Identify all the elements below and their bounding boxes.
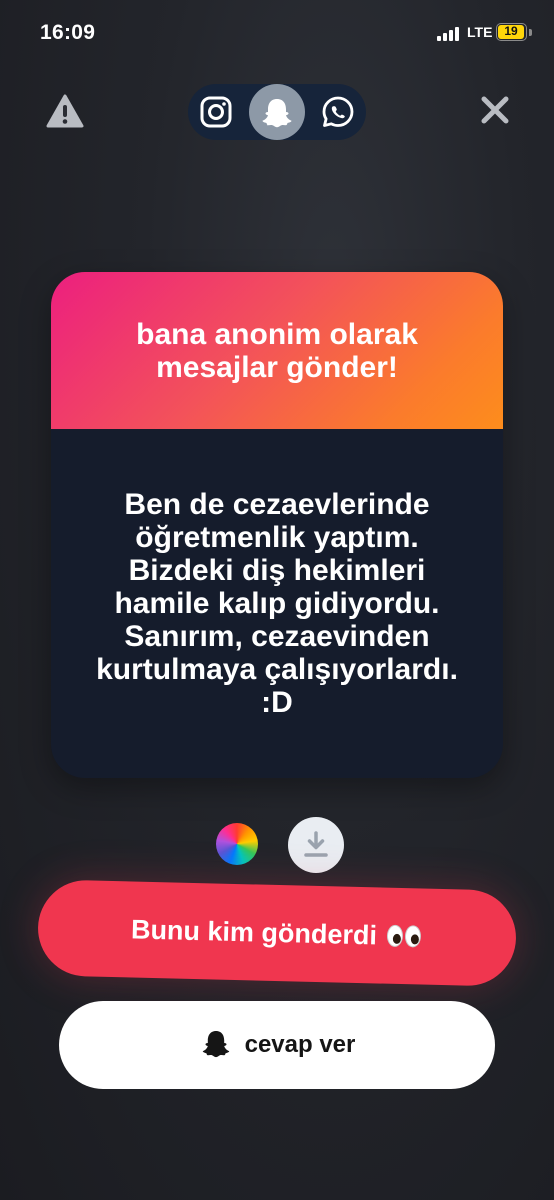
who-sent-button[interactable]: Bunu kim gönderdi	[36, 879, 518, 987]
share-whatsapp-button[interactable]	[320, 94, 356, 130]
share-instagram-button[interactable]	[198, 94, 234, 130]
message-text: Ben de cezaevlerinde öğretmenlik yaptım.…	[96, 488, 458, 719]
card-body: Ben de cezaevlerinde öğretmenlik yaptım.…	[51, 429, 503, 778]
reply-label: cevap ver	[244, 1031, 356, 1058]
card-header-text: bana anonim olarak mesajlar gönder!	[136, 317, 418, 384]
reply-button[interactable]: cevap ver	[59, 1001, 495, 1089]
warning-icon	[46, 94, 84, 128]
battery-tip	[529, 29, 532, 36]
close-icon	[481, 96, 509, 124]
snapchat-icon	[202, 1031, 229, 1058]
eyes-icon	[386, 924, 424, 948]
whatsapp-icon	[322, 96, 354, 127]
share-snapchat-button[interactable]	[249, 84, 305, 140]
card-header: bana anonim olarak mesajlar gönder!	[51, 272, 503, 429]
who-sent-label: Bunu kim gönderdi	[130, 913, 378, 950]
close-button[interactable]	[479, 94, 511, 126]
message-card: bana anonim olarak mesajlar gönder! Ben …	[51, 272, 503, 778]
network-type: LTE	[467, 24, 493, 40]
report-button[interactable]	[46, 94, 84, 128]
signal-icon	[437, 27, 463, 41]
color-picker-button[interactable]	[216, 823, 258, 865]
battery-icon: 19	[496, 23, 527, 41]
share-options	[188, 84, 366, 140]
battery-level: 19	[504, 24, 518, 38]
download-icon	[304, 831, 328, 857]
status-bar: 16:09 LTE 19	[0, 0, 554, 66]
download-button[interactable]	[288, 817, 344, 873]
status-time: 16:09	[40, 21, 96, 44]
instagram-icon	[200, 96, 232, 128]
snapchat-icon	[262, 99, 292, 128]
